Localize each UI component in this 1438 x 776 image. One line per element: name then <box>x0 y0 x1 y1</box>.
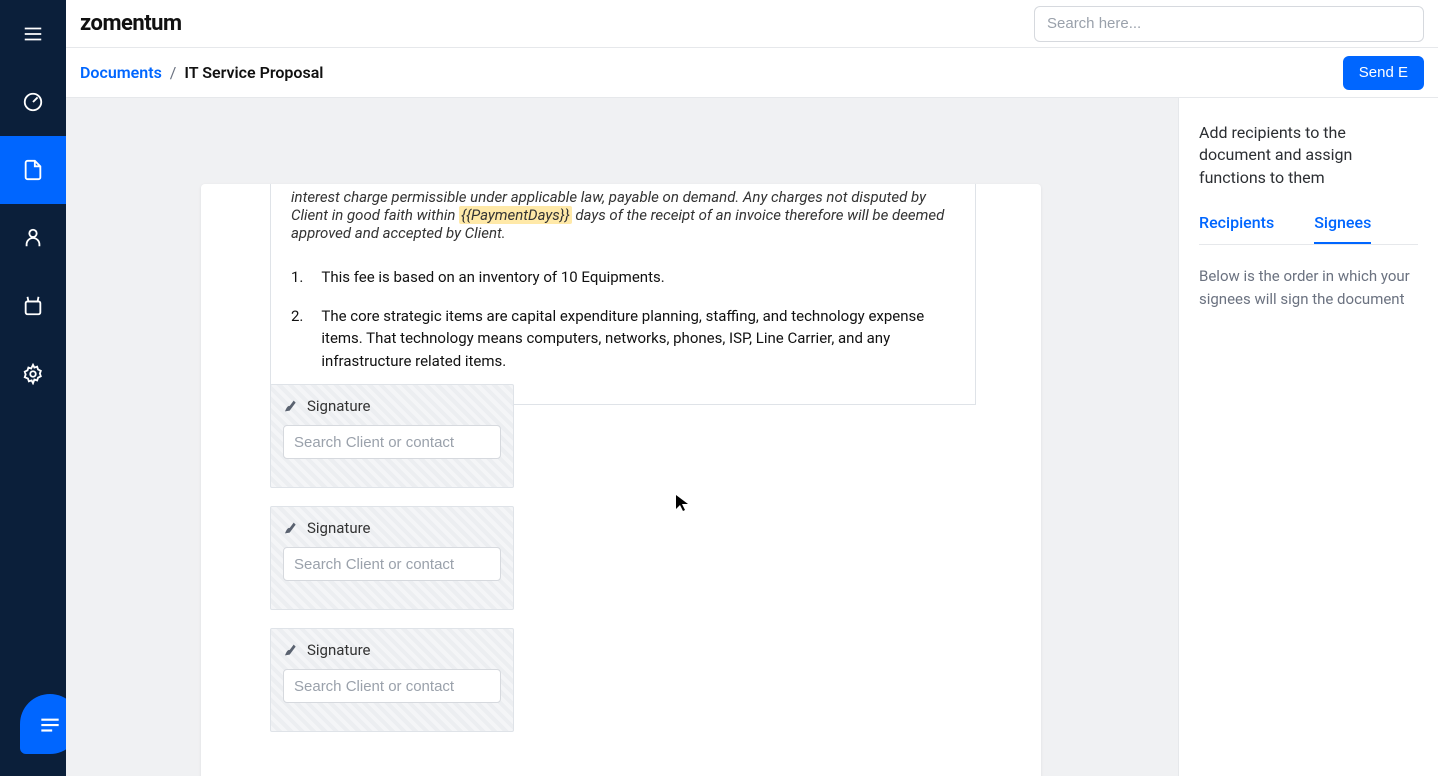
document-text-block[interactable]: interest charge permissible under applic… <box>270 184 976 405</box>
sidebar-item-contacts[interactable] <box>0 204 66 272</box>
signature-search-input[interactable] <box>283 669 501 703</box>
signature-block-2[interactable]: Signature <box>270 506 514 610</box>
signature-label: Signature <box>307 641 371 659</box>
list-item-number: 2. <box>291 305 303 373</box>
send-button[interactable]: Send E <box>1343 56 1424 90</box>
sidebar-item-documents[interactable] <box>0 136 66 204</box>
panel-tabs: Recipients Signees <box>1199 213 1418 245</box>
signature-search-input[interactable] <box>283 425 501 459</box>
topbar: zomentum <box>66 0 1438 48</box>
signature-icon <box>283 642 299 658</box>
bag-icon <box>22 295 44 317</box>
document-icon <box>22 159 44 181</box>
list-item-body: The core strategic items are capital exp… <box>321 305 955 373</box>
document-canvas[interactable]: interest charge permissible under applic… <box>66 98 1178 776</box>
signature-search-input[interactable] <box>283 547 501 581</box>
logo: zomentum <box>80 11 182 36</box>
sidebar-menu-toggle[interactable] <box>0 0 66 68</box>
breadcrumb-separator: / <box>170 63 177 82</box>
merge-tag-paymentdays[interactable]: {{PaymentDays}} <box>459 206 572 224</box>
signature-block-3[interactable]: Signature <box>270 628 514 732</box>
list-item: 2. The core strategic items are capital … <box>291 305 955 373</box>
document-list: 1. This fee is based on an inventory of … <box>291 266 955 372</box>
right-panel: Add recipients to the document and assig… <box>1178 98 1438 776</box>
list-item-body: This fee is based on an inventory of 10 … <box>321 266 955 289</box>
signature-label: Signature <box>307 519 371 537</box>
signature-header: Signature <box>283 641 501 659</box>
breadcrumb-root[interactable]: Documents <box>80 63 162 82</box>
list-item: 1. This fee is based on an inventory of … <box>291 266 955 289</box>
sidebar-item-settings[interactable] <box>0 340 66 408</box>
breadcrumb-current: IT Service Proposal <box>184 63 323 82</box>
signature-block-1[interactable]: Signature <box>270 384 514 488</box>
signature-header: Signature <box>283 519 501 537</box>
tab-signees[interactable]: Signees <box>1314 213 1371 244</box>
gear-icon <box>22 363 44 385</box>
subbar: Documents / IT Service Proposal Send E <box>66 48 1438 98</box>
chat-icon <box>37 711 63 737</box>
sidebar-item-orders[interactable] <box>0 272 66 340</box>
tab-recipients[interactable]: Recipients <box>1199 213 1274 244</box>
signees-description: Below is the order in which your signees… <box>1199 265 1418 310</box>
sidebar <box>0 0 66 776</box>
panel-description: Add recipients to the document and assig… <box>1199 122 1418 189</box>
list-item-number: 1. <box>291 266 303 289</box>
sidebar-item-dashboard[interactable] <box>0 68 66 136</box>
global-search-input[interactable] <box>1034 6 1424 42</box>
signature-label: Signature <box>307 397 371 415</box>
hamburger-icon <box>22 23 44 45</box>
document-page: interest charge permissible under applic… <box>201 184 1041 776</box>
breadcrumb: Documents / IT Service Proposal <box>80 63 323 82</box>
signature-icon <box>283 398 299 414</box>
signature-header: Signature <box>283 397 501 415</box>
person-icon <box>22 227 44 249</box>
gauge-icon <box>22 91 44 113</box>
signature-icon <box>283 520 299 536</box>
